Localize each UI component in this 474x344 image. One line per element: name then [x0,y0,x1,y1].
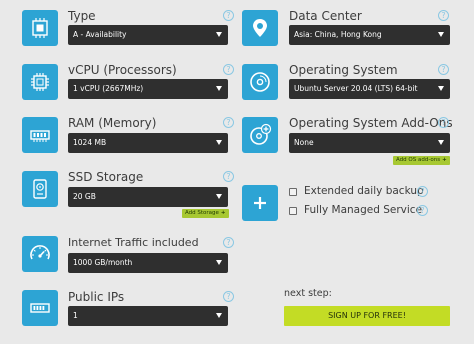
location-pin-icon [242,10,278,46]
add-storage-button[interactable]: Add Storage + [182,209,229,218]
traffic-label: Internet Traffic included [68,236,199,249]
vcpu-select-value: 1 vCPU (2667MHz) [73,84,144,93]
ssd-select-value: 20 GB [73,192,96,201]
os-addons-help-icon[interactable]: ? [438,117,449,128]
public-ips-label: Public IPs [68,290,125,304]
chevron-down-icon [216,194,222,199]
public-ips-help-icon[interactable]: ? [223,291,234,302]
network-card-icon [22,290,58,326]
ram-label: RAM (Memory) [68,116,157,130]
disc-icon [242,64,278,100]
ssd-select[interactable]: 20 GB [68,187,228,207]
add-os-addons-label: Add OS add-ons [396,157,441,163]
disc-plus-icon [242,117,278,153]
public-ips-select-value: 1 [73,311,78,320]
add-os-addons-button[interactable]: Add OS add-ons + [393,156,450,165]
plus-icon: + [220,210,226,216]
signup-button[interactable]: SIGN UP FOR FREE! [284,306,450,326]
os-addons-select[interactable]: None [289,133,450,153]
next-step-label: next step: [284,288,332,299]
type-icon [22,10,58,46]
type-select-value: A - Availability [73,30,127,39]
os-addons-label: Operating System Add-Ons [289,116,453,130]
datacenter-select[interactable]: Asia: China, Hong Kong [289,25,450,45]
os-help-icon[interactable]: ? [438,64,449,75]
backup-label: Extended daily backup [304,185,424,197]
plus-icon: + [442,157,447,163]
ssd-label: SSD Storage [68,170,144,184]
type-select[interactable]: A - Availability [68,25,228,45]
chevron-down-icon [438,32,444,37]
chevron-down-icon [216,313,222,318]
vcpu-help-icon[interactable]: ? [223,64,234,75]
traffic-select[interactable]: 1000 GB/month [68,253,228,273]
os-select-value: Ubuntu Server 20.04 (LTS) 64-bit [294,84,418,93]
chevron-down-icon [216,260,222,265]
datacenter-label: Data Center [289,9,362,23]
memory-icon [22,117,58,153]
traffic-select-value: 1000 GB/month [73,258,133,267]
speedometer-icon [22,236,58,272]
type-help-icon[interactable]: ? [223,10,234,21]
datacenter-help-icon[interactable]: ? [438,10,449,21]
add-storage-label: Add Storage [185,210,219,216]
backup-help-icon[interactable]: ? [417,186,428,197]
chevron-down-icon [216,140,222,145]
backup-checkbox[interactable] [289,188,297,196]
plus-icon [242,185,278,221]
traffic-help-icon[interactable]: ? [223,237,234,248]
chevron-down-icon [216,32,222,37]
type-label: Type [68,9,96,23]
chevron-down-icon [438,140,444,145]
public-ips-select[interactable]: 1 [68,306,228,326]
vcpu-select[interactable]: 1 vCPU (2667MHz) [68,79,228,99]
managed-service-checkbox[interactable] [289,207,297,215]
os-addons-select-value: None [294,138,314,147]
os-select[interactable]: Ubuntu Server 20.04 (LTS) 64-bit [289,79,450,99]
ssd-help-icon[interactable]: ? [223,171,234,182]
hard-drive-icon [22,171,58,207]
ram-select[interactable]: 1024 MB [68,133,228,153]
os-label: Operating System [289,63,398,77]
datacenter-select-value: Asia: China, Hong Kong [294,30,382,39]
managed-service-help-icon[interactable]: ? [417,205,428,216]
chevron-down-icon [216,86,222,91]
cpu-icon [22,64,58,100]
managed-service-label: Fully Managed Service [304,204,423,216]
ram-help-icon[interactable]: ? [223,117,234,128]
ram-select-value: 1024 MB [73,138,107,147]
vcpu-label: vCPU (Processors) [68,63,177,77]
chevron-down-icon [438,86,444,91]
